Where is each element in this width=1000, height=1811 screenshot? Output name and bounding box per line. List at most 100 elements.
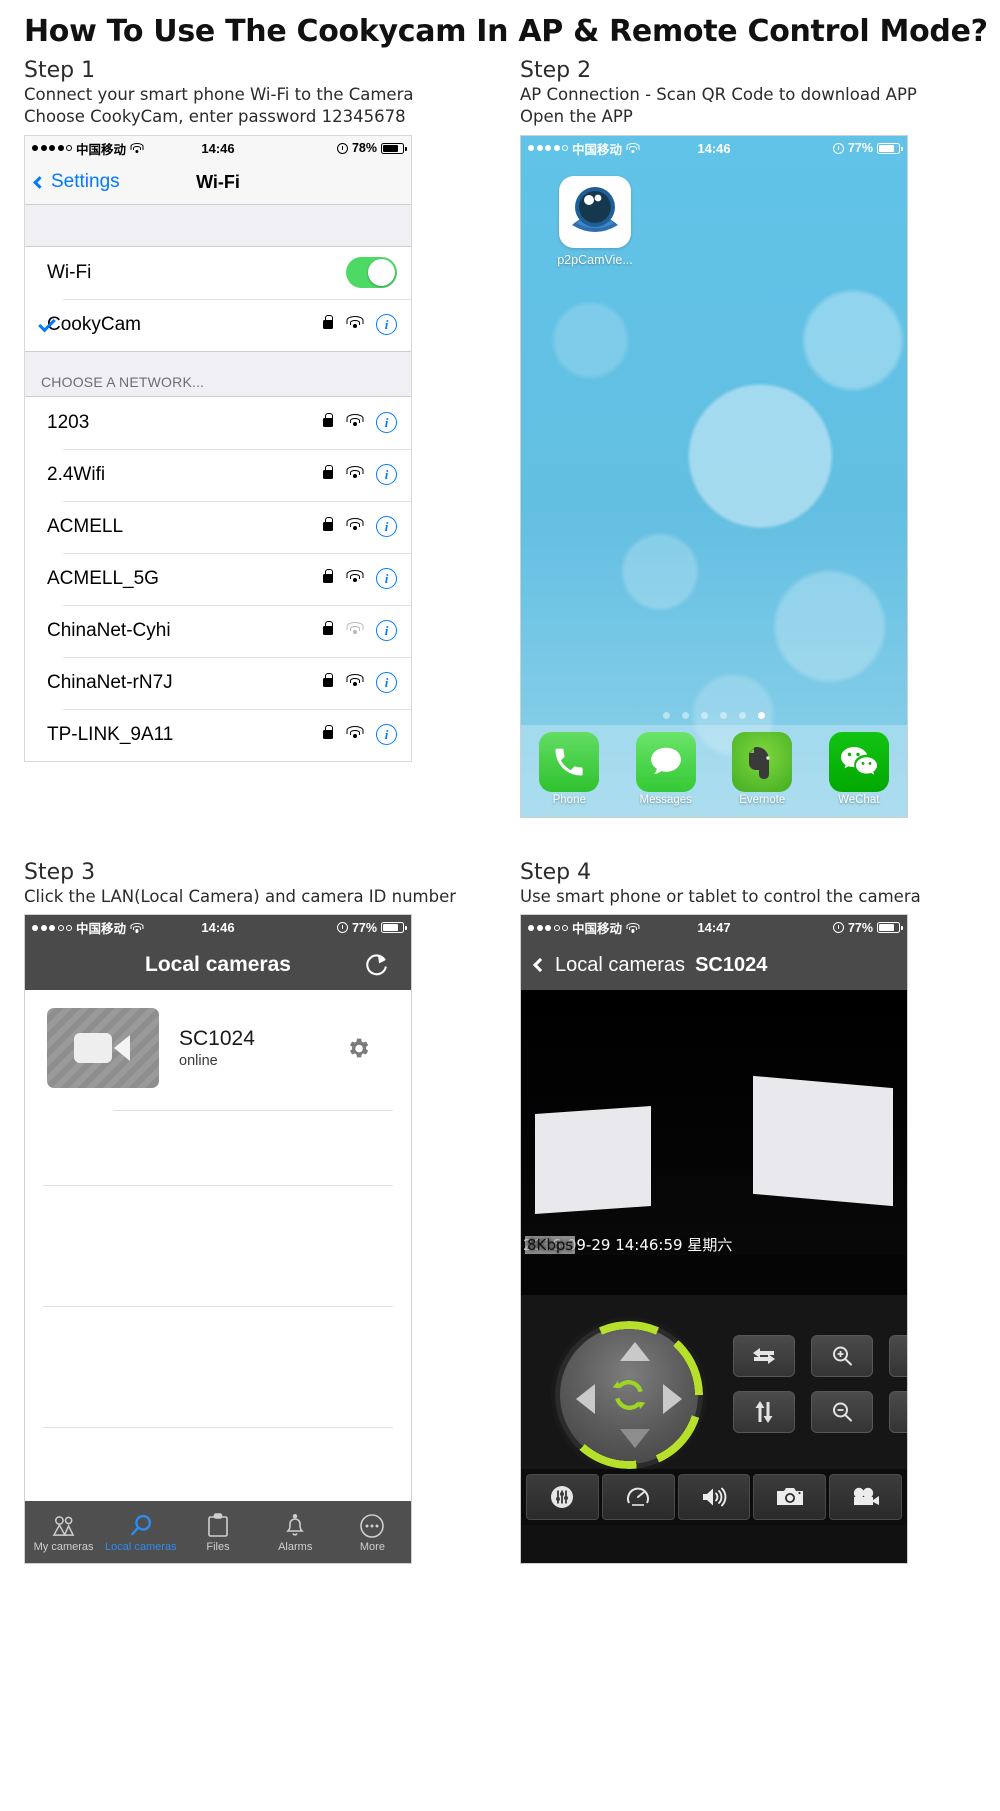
settings-sliders-button[interactable]: [526, 1474, 599, 1521]
tab-local-cameras[interactable]: Local cameras: [102, 1512, 179, 1553]
tab-alarms[interactable]: Alarms: [257, 1512, 334, 1553]
camera-meta: SC1024 online: [179, 1027, 255, 1069]
page-indicator-dots: [521, 711, 907, 719]
local-cameras-phone: 中国移动 14:46 77% Local cameras SC1024 onli…: [24, 914, 412, 1565]
connected-network-row[interactable]: CookyCam i: [25, 298, 411, 351]
info-button[interactable]: i: [376, 672, 397, 694]
info-button[interactable]: i: [376, 314, 397, 336]
step-3-description: Click the LAN(Local Camera) and camera I…: [24, 886, 457, 906]
connected-network-icons: i: [323, 314, 397, 336]
network-name: 2.4Wifi: [47, 463, 106, 485]
tab-label: Alarms: [278, 1540, 313, 1553]
network-row[interactable]: 2.4Wifi i: [25, 448, 411, 501]
home-screen-phone: 中国移动 14:46 77% p2pCamVie... Phone Messag…: [520, 134, 908, 818]
gear-icon[interactable]: [345, 1035, 371, 1061]
page-title: How To Use The Cookycam In AP & Remote C…: [24, 14, 988, 49]
speed-gauge-button[interactable]: [601, 1474, 675, 1521]
dpad-left-button[interactable]: [576, 1384, 595, 1415]
battery-icon: [381, 922, 407, 934]
live-nav-bar: Local cameras SC1024: [521, 940, 907, 991]
record-video-icon: [853, 1488, 879, 1506]
camera-eye-icon: [559, 175, 631, 248]
step-3-cell: Step 3 Click the LAN(Local Camera) and c…: [0, 860, 500, 1565]
step-4-description: Use smart phone or tablet to control the…: [520, 886, 921, 906]
info-button[interactable]: i: [376, 724, 397, 746]
network-row[interactable]: 1203 i: [25, 396, 411, 449]
app-icon-p2pcamviewer[interactable]: p2pCamVie...: [549, 175, 641, 267]
tab-files[interactable]: Files: [179, 1512, 256, 1553]
dpad-right-button[interactable]: [663, 1384, 682, 1415]
mirror-button[interactable]: [889, 1391, 907, 1434]
rotate-preset-icon[interactable]: [609, 1375, 649, 1415]
flip-horizontal-button[interactable]: [889, 1335, 908, 1378]
tab-label: Files: [206, 1540, 230, 1553]
chevron-left-icon[interactable]: [532, 958, 548, 973]
choose-network-header: CHOOSE A NETWORK...: [25, 350, 411, 397]
magnifier-icon: [102, 1512, 179, 1540]
dock-label: Evernote: [739, 793, 786, 806]
dpad-up-button[interactable]: [620, 1342, 650, 1362]
dock-label: Phone: [552, 793, 586, 806]
info-button[interactable]: i: [376, 464, 397, 486]
lock-icon: [323, 569, 333, 584]
step-4-label: Step 4: [520, 859, 592, 885]
live-back-label: Local cameras: [555, 953, 686, 976]
record-video-button[interactable]: [829, 1474, 902, 1521]
zoom-in-button[interactable]: [811, 1335, 873, 1378]
tab-my-cameras[interactable]: My cameras: [25, 1512, 102, 1553]
wifi-status-bar: 中国移动 14:46 78%: [25, 135, 411, 161]
video-feed[interactable]: 2016-09-29 14:46:59 星期六 8Kbps: [521, 990, 907, 1296]
speaker-button[interactable]: [677, 1474, 751, 1521]
wifi-toggle-switch[interactable]: [346, 257, 397, 289]
dock-item-evernote[interactable]: Evernote: [723, 731, 801, 806]
dock-label: WeChat: [838, 793, 880, 806]
camera-name: SC1024: [179, 1027, 255, 1051]
lock-icon: [323, 413, 333, 428]
zoom-out-button[interactable]: [811, 1391, 873, 1434]
status-time: 14:47: [697, 920, 731, 936]
video-bitrate: 8Kbps: [525, 1235, 576, 1254]
vertical-patrol-button[interactable]: [733, 1391, 795, 1434]
control-area: [521, 1295, 908, 1526]
people-icon: [25, 1512, 102, 1540]
status-time: 14:46: [697, 140, 731, 156]
battery-icon: [877, 142, 903, 154]
dock-item-messages[interactable]: Messages: [627, 731, 705, 806]
step-2-label: Step 2: [520, 58, 592, 83]
tab-label: Local cameras: [105, 1540, 177, 1553]
dock-label: Messages: [639, 793, 692, 806]
live-device-label: SC1024: [695, 953, 768, 976]
ellipsis-circle-icon: [334, 1512, 411, 1540]
network-row[interactable]: ACMELL_5G i: [25, 552, 411, 605]
dpad-down-button[interactable]: [620, 1429, 650, 1449]
network-row-icons: i: [323, 620, 397, 642]
horizontal-patrol-icon: [753, 1348, 775, 1365]
wifi-toggle-row[interactable]: Wi-Fi: [25, 246, 411, 299]
network-row[interactable]: ChinaNet-Cyhi i: [25, 604, 411, 657]
flip-horizontal-icon: [906, 1345, 908, 1367]
status-time: 14:46: [201, 920, 235, 936]
bell-icon: [257, 1512, 334, 1540]
info-button[interactable]: i: [376, 568, 397, 590]
refresh-icon[interactable]: [364, 953, 389, 978]
info-button[interactable]: i: [376, 516, 397, 538]
battery-icon: [381, 142, 407, 154]
wifi-signal-icon: [346, 673, 363, 692]
network-row[interactable]: ACMELL i: [25, 500, 411, 553]
wifi-top-band: [25, 204, 411, 247]
tab-more[interactable]: More: [334, 1512, 411, 1553]
network-row[interactable]: TP-LINK_9A11 i: [25, 708, 411, 761]
horizontal-patrol-button[interactable]: [733, 1335, 795, 1378]
snapshot-camera-button[interactable]: [753, 1474, 827, 1521]
network-row[interactable]: ChinaNet-rN7J i: [25, 656, 411, 709]
info-button[interactable]: i: [376, 620, 397, 642]
ptz-dpad[interactable]: [555, 1321, 703, 1470]
step-2-cell: Step 2 AP Connection - Scan QR Code to d…: [500, 58, 1000, 818]
info-button[interactable]: i: [376, 412, 397, 434]
dock-item-wechat[interactable]: WeChat: [820, 731, 898, 806]
camera-list-item[interactable]: SC1024 online: [25, 990, 411, 1089]
connected-network-label: CookyCam: [47, 313, 141, 335]
wifi-nav-title: Wi-Fi: [196, 171, 240, 192]
dock-item-phone[interactable]: Phone: [530, 731, 608, 806]
network-name: ChinaNet-Cyhi: [47, 619, 171, 641]
